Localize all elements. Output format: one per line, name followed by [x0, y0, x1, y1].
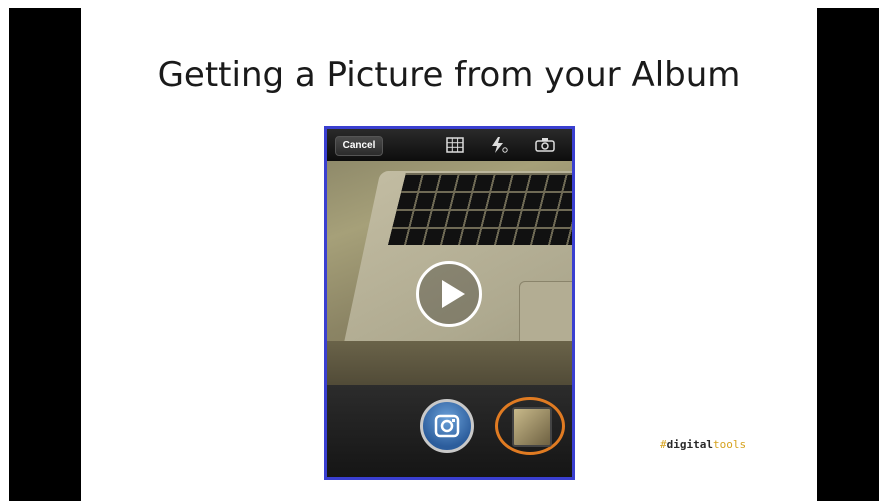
camera-top-bar: Cancel: [327, 129, 572, 161]
flash-icon[interactable]: [489, 136, 509, 154]
play-icon: [442, 280, 465, 308]
slide-title: Getting a Picture from your Album: [157, 55, 741, 95]
play-button[interactable]: [416, 261, 482, 327]
phone-screenshot: Cancel: [324, 126, 575, 480]
video-player[interactable]: Getting a Picture from your Album Cancel: [9, 8, 879, 501]
brand-tools: tools: [712, 438, 747, 451]
brand-hash: #: [660, 438, 667, 451]
presentation-slide: Getting a Picture from your Album Cancel: [81, 8, 817, 501]
grid-icon[interactable]: [445, 136, 465, 154]
shutter-button[interactable]: [420, 399, 474, 453]
album-thumbnail-icon[interactable]: [512, 407, 552, 447]
shutter-camera-icon: [434, 414, 460, 438]
brand-digital: digital: [666, 438, 713, 451]
keyboard-rows: [388, 173, 572, 245]
camera-viewfinder: [327, 161, 572, 385]
desk-shadow: [327, 341, 572, 385]
cancel-button[interactable]: Cancel: [335, 136, 383, 156]
camera-flip-icon[interactable]: [533, 136, 557, 154]
video-frame: Getting a Picture from your Album Cancel: [0, 0, 879, 501]
camera-bottom-bar: [327, 385, 572, 477]
digitaltools-logo: #digitaltools: [660, 438, 746, 451]
